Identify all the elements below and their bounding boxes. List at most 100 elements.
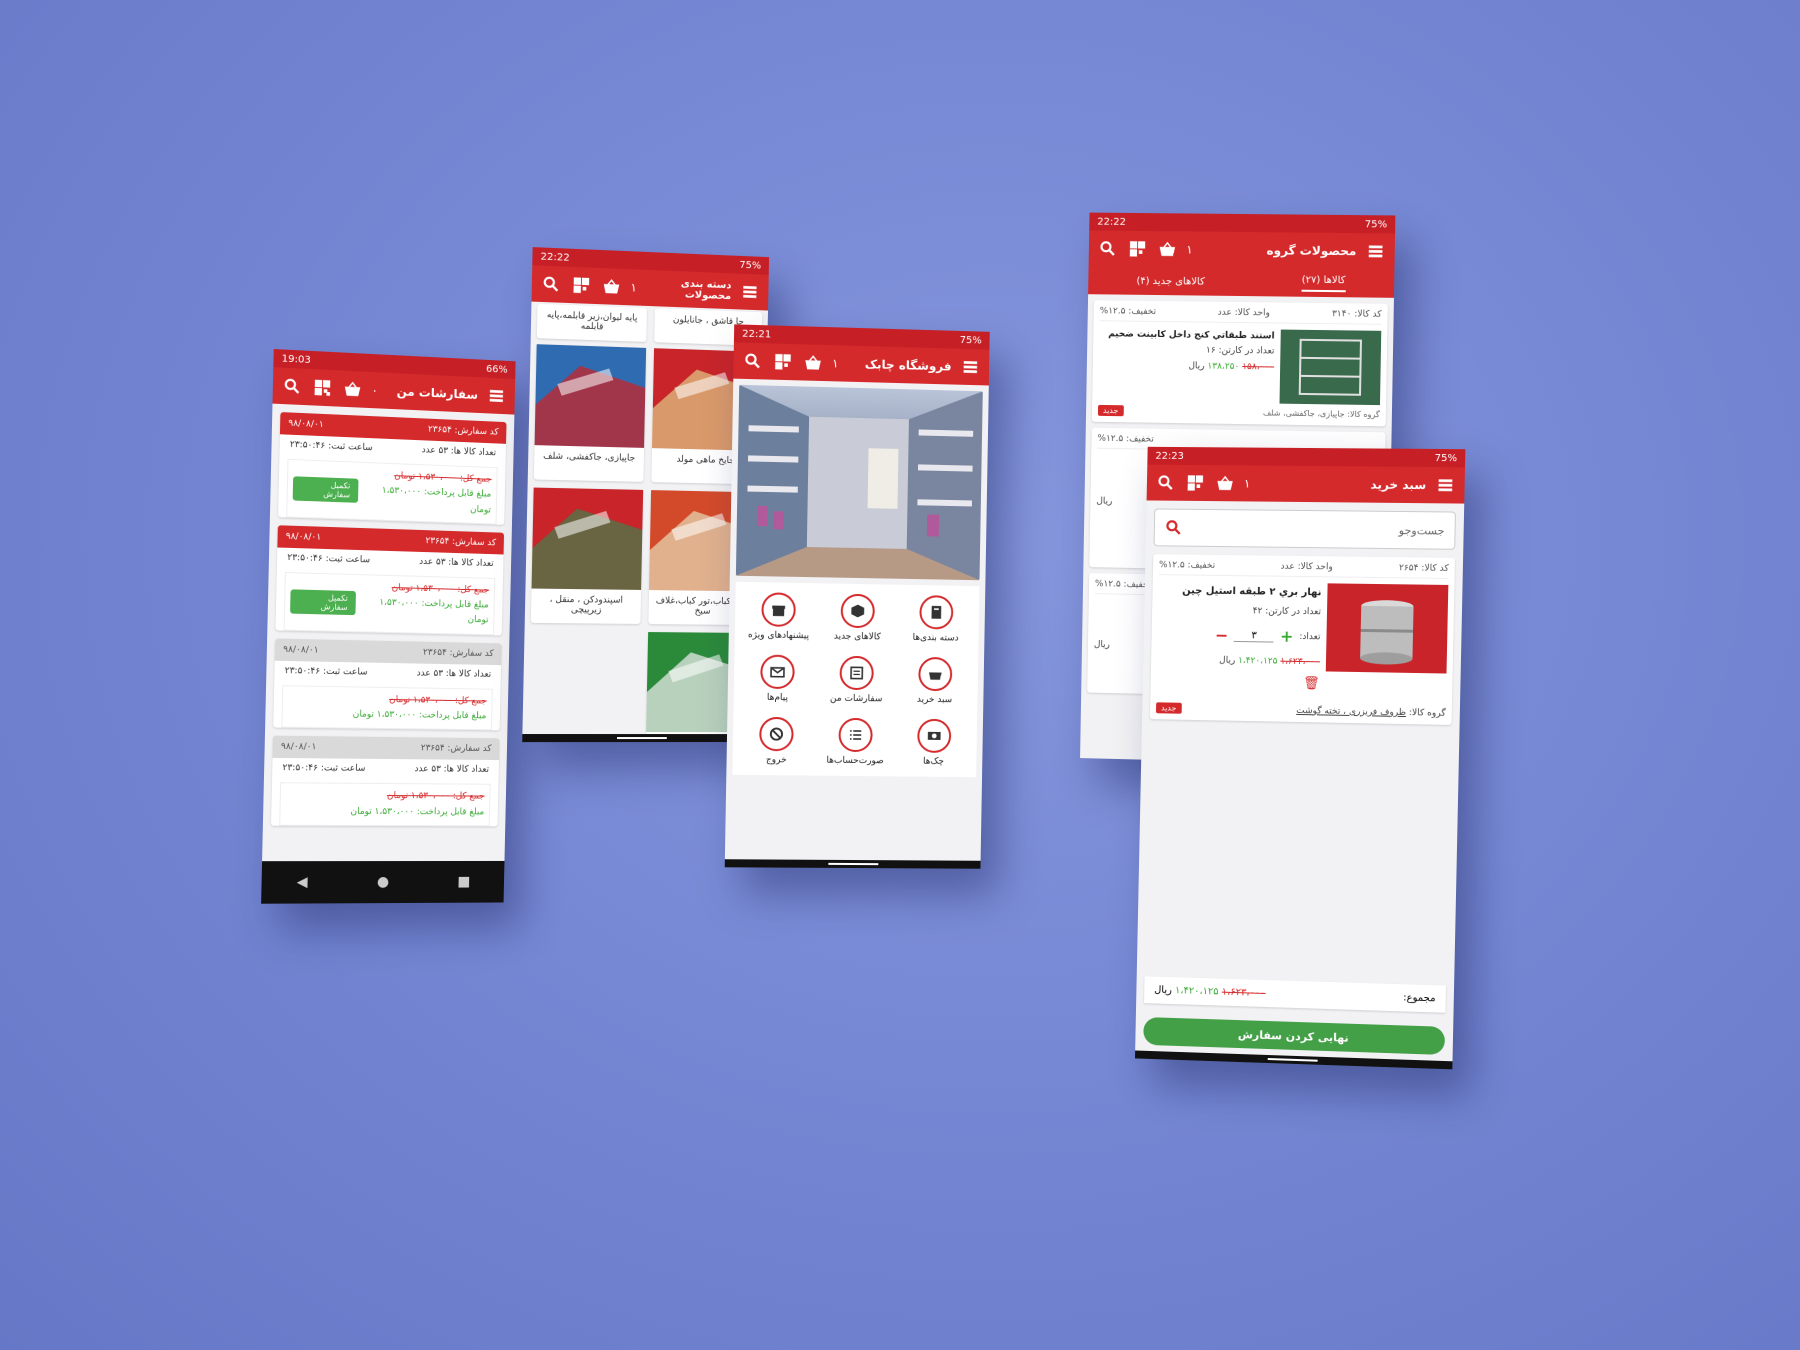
order-card[interactable]: کد سفارش: ۲۳۶۵۴ ۹۸/۰۸/۰۱ تعداد کالا ها: … bbox=[273, 638, 502, 731]
order-total: جمع کل: ۱،۵۳۰،۰۰۰ تومان bbox=[386, 791, 485, 802]
order-date: ۹۸/۰۸/۰۱ bbox=[280, 742, 317, 753]
page-title: فروشگاه چابک bbox=[864, 357, 952, 374]
menu-item[interactable]: سبد خرید bbox=[895, 656, 974, 706]
complete-order-button[interactable]: تکمیل سفارش bbox=[290, 589, 356, 615]
product-tabs: کالاها (۲۷) کالاهای جدید (۴) bbox=[1088, 266, 1395, 298]
menu-item[interactable]: سفارشات من bbox=[817, 655, 896, 704]
nav-back-icon[interactable]: ◀ bbox=[297, 874, 308, 890]
order-quantity: تعداد کالا ها: ۵۳ عدد bbox=[416, 668, 492, 680]
currency: ریال bbox=[1219, 655, 1236, 666]
menu-item[interactable]: خروج bbox=[737, 716, 817, 766]
order-date: ۹۸/۰۸/۰۱ bbox=[283, 644, 319, 656]
cart-count: ۱ bbox=[1186, 242, 1193, 257]
item-group-link[interactable]: ظروف فریزری ، تخته گوشت bbox=[1296, 705, 1406, 717]
nav-home-icon[interactable]: ● bbox=[377, 874, 390, 890]
menu-item[interactable]: کالاهای جدید bbox=[818, 593, 897, 642]
order-quantity: تعداد کالا ها: ۵۳ عدد bbox=[419, 556, 494, 569]
finalize-order-button[interactable]: نهایی کردن سفارش bbox=[1143, 1016, 1446, 1055]
search-icon[interactable] bbox=[741, 350, 764, 373]
order-card[interactable]: کد سفارش: ۲۳۶۵۴ ۹۸/۰۸/۰۱ تعداد کالا ها: … bbox=[275, 525, 505, 636]
menu-item[interactable]: چک‌ها bbox=[894, 718, 973, 767]
new-badge: جدید bbox=[1155, 702, 1182, 714]
order-payable: مبلغ قابل پرداخت: ۱،۵۳۰،۰۰۰ تومان bbox=[379, 597, 489, 626]
menu-icon[interactable] bbox=[1364, 240, 1387, 262]
search-icon[interactable] bbox=[1097, 238, 1119, 260]
minus-icon[interactable]: − bbox=[1215, 620, 1229, 652]
menu-icon[interactable] bbox=[485, 385, 507, 408]
menu-icon[interactable] bbox=[1434, 474, 1457, 496]
total-price: ۱،۴۲۰،۱۲۵ bbox=[1174, 985, 1219, 998]
orders-phone: 19:03 66% سفارشات من ۰ کد سفارش: ۲۳۶۵۴ ۹۸… bbox=[261, 349, 516, 904]
new-badge: جدید bbox=[1097, 404, 1124, 417]
order-card[interactable]: کد سفارش: ۲۳۶۵۴ ۹۸/۰۸/۰۱ تعداد کالا ها: … bbox=[271, 736, 500, 827]
order-payable: مبلغ قابل پرداخت: ۱،۵۳۰،۰۰۰ تومان bbox=[381, 485, 492, 516]
page-title: محصولات گروه bbox=[1266, 243, 1357, 259]
search-icon[interactable] bbox=[281, 375, 304, 398]
order-date: ۹۸/۰۸/۰۱ bbox=[285, 531, 322, 543]
basket-icon[interactable] bbox=[600, 275, 622, 298]
qr-code-icon[interactable] bbox=[570, 274, 593, 297]
old-price: ۱،۶۲۳،۰۰۰ bbox=[1280, 656, 1321, 668]
quantity-label: تعداد: bbox=[1299, 631, 1321, 643]
cart-count: ۱ bbox=[831, 356, 839, 371]
page-title: دسته بندی محصولات bbox=[680, 278, 732, 303]
cash-icon bbox=[916, 718, 952, 754]
order-header: کد سفارش: ۲۳۶۵۴ ۹۸/۰۸/۰۱ bbox=[272, 736, 500, 761]
order-code: کد سفارش: ۲۳۶۵۴ bbox=[425, 536, 497, 549]
price: ۱۳۸،۲۵۰ bbox=[1207, 361, 1240, 372]
menu-item-label: خروج bbox=[765, 755, 787, 766]
quantity-input[interactable] bbox=[1234, 629, 1275, 643]
category-card[interactable]: جاپیازی، جاکفشی، شلف bbox=[533, 344, 647, 482]
product-name: استند طبقاتي كنج داخل كابينت ضخيم bbox=[1108, 329, 1275, 342]
status-time: 22:21 bbox=[742, 328, 772, 340]
category-card[interactable]: پایه لیوان،زیر قابلمه،پایه قابلمه bbox=[536, 303, 647, 342]
product-card[interactable]: کد کالا: ۳۱۴۰ واحد کالا: عدد تخفیف: ۱۲.۵% … bbox=[1091, 300, 1388, 427]
delete-icon[interactable]: 🗑 bbox=[1156, 669, 1320, 698]
search-icon[interactable] bbox=[540, 273, 563, 296]
basket-icon[interactable] bbox=[802, 351, 824, 374]
menu-item[interactable]: پیشنهادهای ویژه bbox=[739, 592, 819, 641]
menu-item-label: پیشنهادهای ویژه bbox=[747, 630, 810, 642]
basket-icon[interactable] bbox=[1214, 472, 1236, 494]
order-card[interactable]: کد سفارش: ۲۳۶۵۴ ۹۸/۰۸/۰۱ تعداد کالا ها: … bbox=[278, 412, 507, 525]
total-old-price: ۱،۶۲۳،۰۰۰ bbox=[1221, 986, 1266, 999]
old-price: ۱۵۸،۰۰۰ bbox=[1242, 361, 1275, 373]
order-time: ساعت ثبت: ۲۳:۵۰:۴۶ bbox=[282, 763, 366, 775]
home-phone: 22:21 75% فروشگاه چابک ۱ دسته بندی‌ها کال… bbox=[724, 324, 990, 869]
menu-icon[interactable] bbox=[739, 281, 761, 304]
app-bar: سبد خرید ۱ bbox=[1146, 464, 1466, 504]
item-code: کد کالا: ۲۶۵۴ bbox=[1398, 563, 1449, 574]
complete-order-button[interactable]: تکمیل سفارش bbox=[292, 476, 359, 503]
currency: ریال bbox=[1188, 360, 1205, 372]
category-image bbox=[531, 487, 644, 590]
menu-item[interactable]: دسته بندی‌ها bbox=[896, 595, 975, 644]
category-card[interactable]: اسپندودکن ، منقل ، زیرپیچی bbox=[530, 487, 644, 624]
qr-code-icon[interactable] bbox=[311, 376, 334, 399]
menu-item[interactable]: صورت‌حساب‌ها bbox=[816, 717, 895, 767]
menu-icon[interactable] bbox=[959, 356, 981, 378]
qr-code-icon[interactable] bbox=[1184, 472, 1206, 494]
box-icon bbox=[840, 593, 876, 629]
total-currency: ریال bbox=[1154, 984, 1172, 997]
cart-count: ۱ bbox=[1243, 476, 1251, 491]
search-icon[interactable] bbox=[1155, 472, 1177, 494]
order-time: ساعت ثبت: ۲۳:۵۰:۴۶ bbox=[284, 665, 368, 678]
qr-code-icon[interactable] bbox=[772, 351, 794, 374]
menu-item[interactable]: پیام‌ها bbox=[738, 654, 818, 703]
tab-new-products[interactable]: کالاهای جدید (۴) bbox=[1136, 275, 1205, 287]
qr-code-icon[interactable] bbox=[1126, 238, 1148, 260]
home-indicator bbox=[724, 859, 981, 869]
store-banner-image bbox=[735, 384, 983, 581]
book-icon bbox=[918, 595, 954, 630]
basket-icon[interactable] bbox=[341, 378, 363, 401]
item-discount: تخفیف: ۱۲.۵% bbox=[1158, 560, 1216, 571]
order-payable: مبلغ قابل پرداخت: ۱،۵۳۰،۰۰۰ تومان bbox=[350, 806, 485, 818]
product-group[interactable]: گروه کالا: جاپیازی، جاکفشی، شلف bbox=[1263, 408, 1380, 419]
plus-icon[interactable]: + bbox=[1280, 621, 1294, 653]
nav-recents-icon[interactable]: ■ bbox=[457, 874, 470, 890]
battery-level: 75% bbox=[1364, 218, 1388, 230]
status-time: 22:22 bbox=[540, 250, 570, 264]
search-input[interactable]: جست‌وجو bbox=[1153, 508, 1456, 550]
tab-products[interactable]: کالاها (۲۷) bbox=[1301, 274, 1346, 292]
basket-icon[interactable] bbox=[1156, 238, 1178, 260]
